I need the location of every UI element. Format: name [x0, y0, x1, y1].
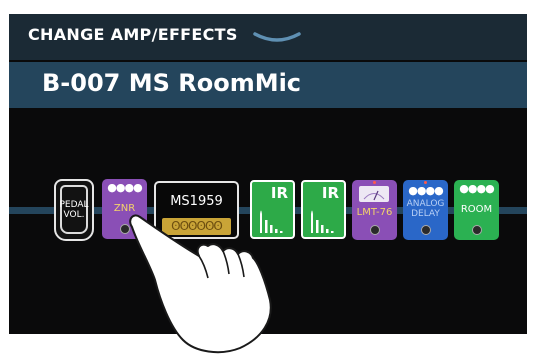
tapping-hand-icon	[129, 214, 272, 354]
